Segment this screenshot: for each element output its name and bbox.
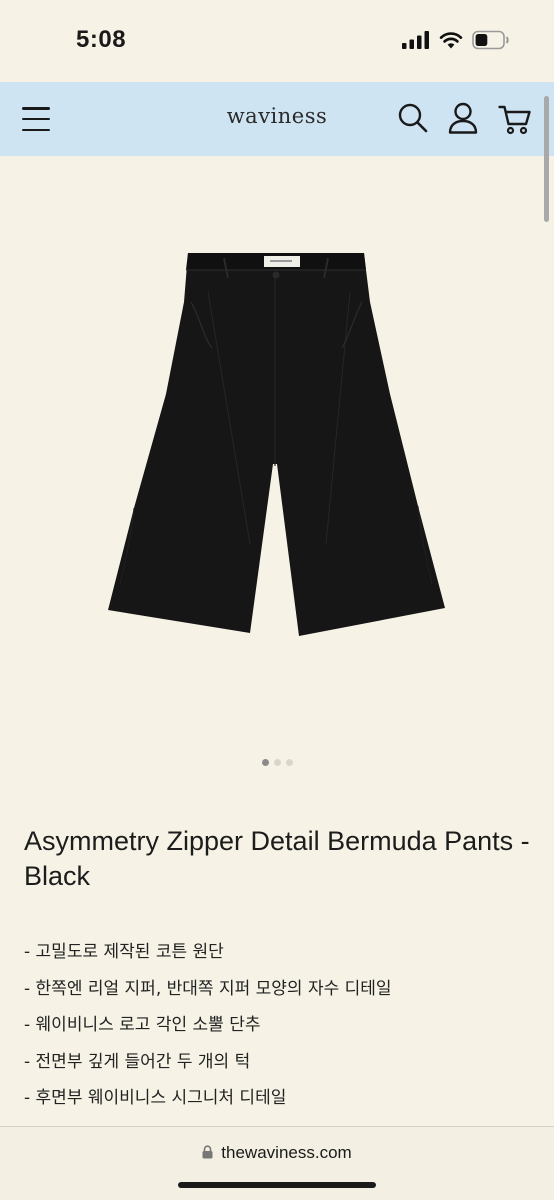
carousel-dot[interactable] [273,759,281,766]
wifi-icon [439,32,463,49]
cellular-signal-icon [402,31,429,49]
product-detail-item: - 한쪽엔 리얼 지퍼, 반대쪽 지퍼 모양의 자수 디테일 [24,978,392,999]
product-title: Asymmetry Zipper Detail Bermuda Pants - … [24,826,530,891]
product-detail-item: - 웨이비니스 로고 각인 소뿔 단추 [24,1015,261,1035]
carousel-dot[interactable] [261,759,269,766]
product-detail-item: - 전면부 깊게 들어간 두 개의 턱 [24,1051,251,1072]
battery-icon [472,30,509,50]
product-image [108,253,445,636]
status-icons [402,30,510,50]
product-image-gallery[interactable] [0,156,554,756]
status-bar: 5:08 [0,0,554,82]
url-text[interactable]: thewaviness.com [221,1143,351,1162]
status-time: 5:08 [76,26,127,53]
search-icon[interactable] [397,102,429,134]
carousel-indicator[interactable] [0,759,554,766]
header-nav: waviness [0,82,554,156]
user-icon[interactable] [448,102,478,134]
product-detail-item: - 후면부 웨이비니스 시그니처 디테일 [24,1088,287,1108]
browser-address-bar[interactable]: thewaviness.com [0,1127,554,1200]
product-details-list: - 고밀도로 제작된 코튼 원단 - 한쪽엔 리얼 지퍼, 반대쪽 지퍼 모양의 … [24,936,392,1119]
lock-icon [202,1145,213,1159]
home-indicator[interactable] [178,1182,376,1188]
cart-icon[interactable] [498,102,532,136]
carousel-dot[interactable] [285,759,293,766]
product-detail-item: - 고밀도로 제작된 코튼 원단 [24,942,224,962]
